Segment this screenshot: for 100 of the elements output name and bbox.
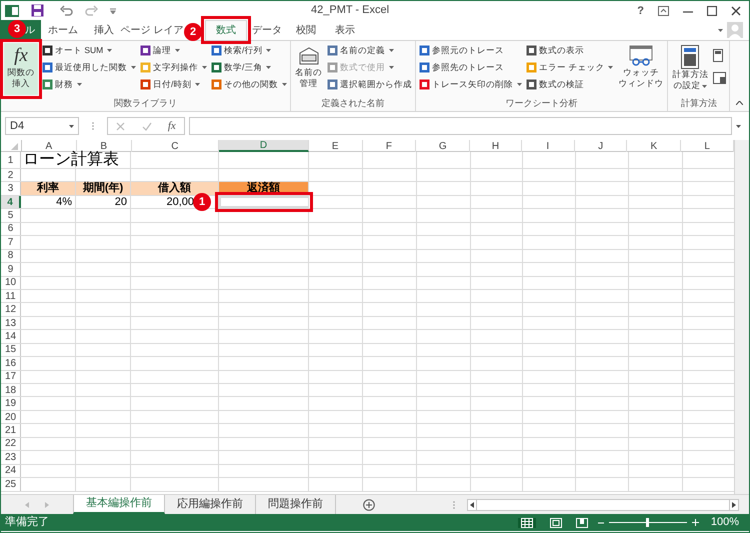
maximize-icon[interactable] xyxy=(707,6,717,16)
file-tab[interactable]: ル xyxy=(25,22,35,38)
sheet-tab[interactable]: 基本編操作前 xyxy=(73,495,165,514)
undo-icon[interactable] xyxy=(60,5,73,16)
table-cell[interactable]: 20,00 xyxy=(166,194,194,210)
app-icon[interactable] xyxy=(5,4,19,18)
column-header[interactable]: G xyxy=(416,140,470,152)
row-header[interactable]: 23 xyxy=(1,451,21,464)
ribbon-button[interactable]: ウォッチ ウィンドウ xyxy=(617,43,664,97)
ribbon-button[interactable]: 数学/三角 xyxy=(211,60,287,74)
scroll-left-icon xyxy=(468,500,477,510)
column-header[interactable]: H xyxy=(470,140,522,152)
ribbon-button[interactable]: トレース矢印の削除 xyxy=(419,77,522,91)
ribbon-button[interactable]: 名前の 管理 xyxy=(294,43,323,97)
ribbon-button[interactable]: 文字列操作 xyxy=(140,60,207,74)
row-header[interactable]: 6 xyxy=(1,222,21,236)
page-layout-icon[interactable] xyxy=(550,518,562,528)
caret-icon xyxy=(131,66,136,68)
ribbon-tab[interactable]: 表示 xyxy=(325,20,365,40)
ribbon-button[interactable]: 計算方法 の設定 xyxy=(671,43,710,97)
column-header[interactable]: J xyxy=(574,140,628,152)
ribbon-tab[interactable]: 挿入 xyxy=(85,20,123,40)
ribbon-tab[interactable]: ページ レイア xyxy=(123,20,181,40)
split-handle-icon[interactable] xyxy=(453,500,455,510)
ribbon-button[interactable]: 参照先のトレース xyxy=(419,60,522,74)
horizontal-scrollbar[interactable] xyxy=(467,498,739,510)
ribbon-button[interactable]: 参照元のトレース xyxy=(419,43,522,57)
customize-icon[interactable] xyxy=(110,8,116,14)
save-icon[interactable] xyxy=(31,4,44,17)
zoom-in-icon[interactable] xyxy=(692,519,699,526)
column-header[interactable]: E xyxy=(308,140,363,152)
collapse-ribbon-icon[interactable] xyxy=(736,101,743,105)
ribbon-button[interactable]: その他の関数 xyxy=(211,77,287,91)
new-sheet-icon[interactable] xyxy=(363,498,375,510)
ribbon-button[interactable]: エラー チェック xyxy=(526,60,614,74)
name-box[interactable]: D4 xyxy=(5,117,79,135)
column-header[interactable]: B xyxy=(76,140,132,152)
ribbon-button[interactable]: 数式の表示 xyxy=(526,43,614,57)
ribbon-button[interactable]: オート SUM xyxy=(42,43,136,57)
vertical-scrollbar[interactable] xyxy=(734,140,749,494)
row-header[interactable]: 24 xyxy=(1,464,21,478)
row-header[interactable]: 25 xyxy=(1,478,21,490)
row-header[interactable]: 12 xyxy=(1,303,21,316)
row-header[interactable]: 1 xyxy=(1,152,21,168)
ribbon-button[interactable]: 名前の定義 xyxy=(327,43,412,57)
row-header[interactable]: 20 xyxy=(1,410,21,424)
caret-icon xyxy=(175,48,180,52)
insert-function-button[interactable]: fx xyxy=(168,118,176,134)
ribbon-tab[interactable]: ホーム xyxy=(41,20,85,40)
row-header[interactable]: 16 xyxy=(1,357,21,370)
ribbon-button[interactable]: 検索/行列 xyxy=(211,43,287,57)
ribbon-button[interactable]: 財務 xyxy=(42,77,136,91)
row-header[interactable]: 7 xyxy=(1,236,21,249)
row-header[interactable]: 17 xyxy=(1,370,21,383)
row-header[interactable]: 21 xyxy=(1,424,21,437)
header-cell[interactable]: 期間(年) xyxy=(76,182,131,195)
row-header[interactable]: 13 xyxy=(1,316,21,330)
row-header[interactable]: 9 xyxy=(1,263,21,276)
ribbon-button[interactable]: 日付/時刻 xyxy=(140,77,207,91)
row-header[interactable]: 2 xyxy=(1,169,21,182)
row-header[interactable]: 5 xyxy=(1,209,21,222)
column-header[interactable]: D xyxy=(219,140,309,152)
normal-view-icon[interactable] xyxy=(518,518,536,528)
ribbon-display-icon[interactable] xyxy=(658,6,669,16)
ribbon-tab[interactable]: 校閲 xyxy=(287,20,325,40)
row-header[interactable]: 22 xyxy=(1,438,21,450)
ribbon-button[interactable]: 最近使用した関数 xyxy=(42,60,136,74)
page-break-icon[interactable] xyxy=(576,518,588,528)
expand-icon[interactable] xyxy=(736,124,741,128)
sheet-calculate-icon[interactable] xyxy=(713,72,726,84)
ribbon-button[interactable]: 数式の検証 xyxy=(526,77,614,91)
row-header[interactable]: 14 xyxy=(1,330,21,343)
column-header[interactable]: K xyxy=(627,140,682,152)
column-header[interactable]: A xyxy=(22,140,77,152)
row-header[interactable]: 15 xyxy=(1,344,21,356)
row-header[interactable]: 10 xyxy=(1,276,21,289)
column-header[interactable]: I xyxy=(522,140,575,152)
table-cell[interactable]: 4% xyxy=(56,194,72,210)
zoom-slider-thumb[interactable] xyxy=(646,518,650,527)
help-button[interactable]: ? xyxy=(637,3,644,20)
formula-input[interactable] xyxy=(189,117,732,135)
ribbon-button[interactable]: 選択範囲から作成 xyxy=(327,77,412,91)
table-cell[interactable]: 20 xyxy=(114,194,127,210)
zoom-percent[interactable]: 100% xyxy=(710,514,739,531)
caret-icon xyxy=(69,124,74,128)
row-header[interactable]: 19 xyxy=(1,397,21,410)
header-cell[interactable]: 利率 xyxy=(21,182,76,195)
column-header[interactable]: F xyxy=(362,140,416,152)
caret-icon[interactable] xyxy=(718,28,723,32)
row-header[interactable]: 8 xyxy=(1,250,21,262)
header-cell[interactable]: 借入額 xyxy=(131,182,219,195)
row-header[interactable]: 11 xyxy=(1,290,21,302)
ribbon-button[interactable]: fx 関数の 挿入 xyxy=(4,43,38,95)
zoom-out-icon[interactable] xyxy=(598,520,604,526)
close-icon[interactable] xyxy=(731,6,741,16)
caret-icon xyxy=(517,82,522,86)
ribbon-tab[interactable]: データ xyxy=(247,20,287,40)
ribbon-button[interactable]: 論理 xyxy=(140,43,207,57)
row-header[interactable]: 4 xyxy=(1,196,21,208)
row-header[interactable]: 18 xyxy=(1,384,21,396)
